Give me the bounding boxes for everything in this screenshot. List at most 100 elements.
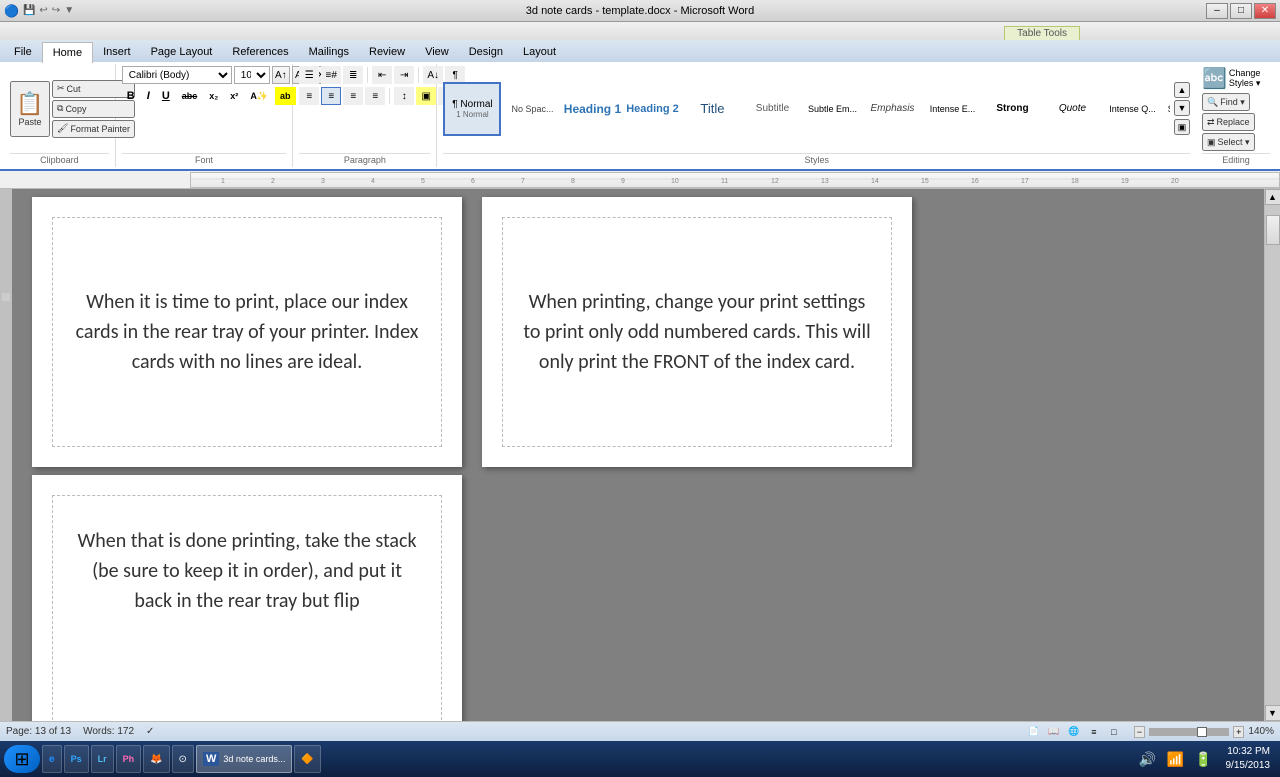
tab-mailings[interactable]: Mailings (299, 42, 359, 62)
battery-icon[interactable]: 🔋 (1192, 747, 1216, 771)
card-2-text: When printing, change your print setting… (523, 287, 871, 377)
style-subtle-ref[interactable]: Subtle Ref... (1163, 82, 1170, 136)
page-3[interactable]: When that is done printing, take the sta… (32, 475, 462, 721)
taskbar-vlc[interactable]: 🔶 (294, 745, 320, 773)
decrease-indent-button[interactable]: ⇤ (372, 66, 392, 84)
tab-view[interactable]: View (415, 42, 459, 62)
scroll-area[interactable]: When it is time to print, place our inde… (12, 189, 1264, 721)
style-intense-em[interactable]: Intense E... (923, 82, 981, 136)
svg-text:2: 2 (271, 178, 275, 185)
bold-button[interactable]: B (122, 87, 140, 105)
view-draft-button[interactable]: □ (1106, 724, 1122, 740)
tab-home[interactable]: Home (42, 42, 93, 63)
card-1-text: When it is time to print, place our inde… (73, 287, 421, 377)
minimize-button[interactable]: – (1206, 3, 1228, 19)
style-no-spacing[interactable]: No Spac... (503, 82, 561, 136)
select-button[interactable]: ▣ Select ▾ (1202, 133, 1255, 151)
taskbar-chrome[interactable]: ⊙ (172, 745, 194, 773)
scroll-track[interactable] (1265, 205, 1280, 705)
scroll-down-button[interactable]: ▼ (1265, 705, 1280, 721)
taskbar-lr[interactable]: Lr (91, 745, 114, 773)
taskbar-word-label: 3d note cards... (223, 754, 285, 764)
superscript-button[interactable]: x² (225, 87, 243, 105)
multilevel-button[interactable]: ≣ (343, 66, 363, 84)
styles-scroll-up[interactable]: ▲ (1174, 82, 1190, 98)
subscript-button[interactable]: x₂ (204, 87, 223, 105)
strikethrough-button[interactable]: abc (177, 87, 203, 105)
tab-design[interactable]: Design (459, 42, 513, 62)
line-spacing-button[interactable]: ↕ (394, 87, 414, 105)
style-intense-q[interactable]: Intense Q... (1103, 82, 1161, 136)
word-logo-icon: 🔵 (4, 4, 19, 18)
justify-button[interactable]: ≡ (365, 87, 385, 105)
ruler-container: 1 2 3 4 5 6 7 8 9 10 11 12 13 14 15 16 1… (0, 171, 1280, 189)
taskbar-ph[interactable]: Ph (116, 745, 142, 773)
zoom-out-button[interactable]: − (1134, 726, 1145, 738)
spell-check-icon[interactable]: ✓ (146, 726, 154, 737)
quick-menu-icon[interactable]: ▼ (64, 5, 74, 16)
svg-text:19: 19 (1121, 178, 1129, 185)
taskbar-ps[interactable]: Ps (64, 745, 89, 773)
underline-button[interactable]: U (157, 87, 175, 105)
numbering-button[interactable]: ≡# (321, 66, 341, 84)
network-icon[interactable]: 📶 (1164, 747, 1188, 771)
ribbon: 📋 Paste ✂ Cut ⧉ Copy 🖌 Format Painter Cl… (0, 62, 1280, 171)
align-center-button[interactable]: ≡ (321, 87, 341, 105)
maximize-button[interactable]: □ (1230, 3, 1252, 19)
styles-scroll-down[interactable]: ▼ (1174, 100, 1190, 116)
tab-layout[interactable]: Layout (513, 42, 566, 62)
view-web-button[interactable]: 🌐 (1066, 724, 1082, 740)
taskbar-time[interactable]: 10:32 PM 9/15/2013 (1220, 745, 1277, 773)
ruler-svg: 1 2 3 4 5 6 7 8 9 10 11 12 13 14 15 16 1… (191, 171, 1279, 187)
empty-space (482, 475, 912, 721)
page-1[interactable]: When it is time to print, place our inde… (32, 197, 462, 467)
style-subtle-em[interactable]: Subtle Em... (803, 82, 861, 136)
font-grow-button[interactable]: A↑ (272, 66, 290, 84)
quick-save-icon[interactable]: 💾 (23, 5, 35, 16)
paste-button[interactable]: 📋 Paste (10, 81, 50, 137)
styles-expand[interactable]: ▣ (1174, 119, 1190, 135)
scroll-up-button[interactable]: ▲ (1265, 189, 1280, 205)
start-button[interactable]: ⊞ (4, 745, 40, 773)
page-2[interactable]: When printing, change your print setting… (482, 197, 912, 467)
style-subtitle[interactable]: Subtitle (743, 82, 801, 136)
view-outline-button[interactable]: ≡ (1086, 724, 1102, 740)
font-size-selector[interactable]: 10 (234, 66, 270, 84)
align-left-button[interactable]: ≡ (299, 87, 319, 105)
scroll-thumb[interactable] (1266, 215, 1280, 245)
taskbar-firefox[interactable]: 🦊 (143, 745, 169, 773)
taskbar-word[interactable]: W 3d note cards... (196, 745, 292, 773)
taskbar-system-icons: 🔊 📶 🔋 10:32 PM 9/15/2013 (1136, 745, 1277, 773)
style-heading1[interactable]: Heading 1 (563, 82, 621, 136)
speaker-icon[interactable]: 🔊 (1136, 747, 1160, 771)
increase-indent-button[interactable]: ⇥ (394, 66, 414, 84)
text-effect-button[interactable]: A✨ (245, 87, 273, 105)
quick-redo-icon[interactable]: ↪ (52, 5, 60, 16)
tab-review[interactable]: Review (359, 42, 415, 62)
bullets-button[interactable]: ☰ (299, 66, 319, 84)
zoom-thumb[interactable] (1197, 727, 1207, 737)
style-emphasis[interactable]: Emphasis (863, 82, 921, 136)
find-button[interactable]: 🔍 Find ▾ (1202, 93, 1250, 111)
style-strong[interactable]: Strong (983, 82, 1041, 136)
align-right-button[interactable]: ≡ (343, 87, 363, 105)
font-name-selector[interactable]: Calibri (Body) (122, 66, 232, 84)
style-normal[interactable]: ¶ Normal 1 Normal (443, 82, 501, 136)
view-full-reading-button[interactable]: 📖 (1046, 724, 1062, 740)
tab-file[interactable]: File (4, 42, 42, 62)
style-heading2[interactable]: Heading 2 (623, 82, 681, 136)
zoom-in-button[interactable]: + (1233, 726, 1244, 738)
replace-button[interactable]: ⇄ Replace (1202, 113, 1255, 131)
taskbar-ie[interactable]: e (42, 745, 62, 773)
quick-undo-icon[interactable]: ↩ (39, 5, 47, 16)
style-quote[interactable]: Quote (1043, 82, 1101, 136)
close-button[interactable]: ✕ (1254, 3, 1276, 19)
tab-page-layout[interactable]: Page Layout (141, 42, 223, 62)
italic-button[interactable]: I (142, 87, 155, 105)
style-title[interactable]: Title (683, 82, 741, 136)
view-print-button[interactable]: 📄 (1026, 724, 1042, 740)
shading-button[interactable]: ▣ (416, 87, 436, 105)
zoom-slider[interactable] (1149, 728, 1229, 736)
tab-insert[interactable]: Insert (93, 42, 141, 62)
tab-references[interactable]: References (222, 42, 298, 62)
